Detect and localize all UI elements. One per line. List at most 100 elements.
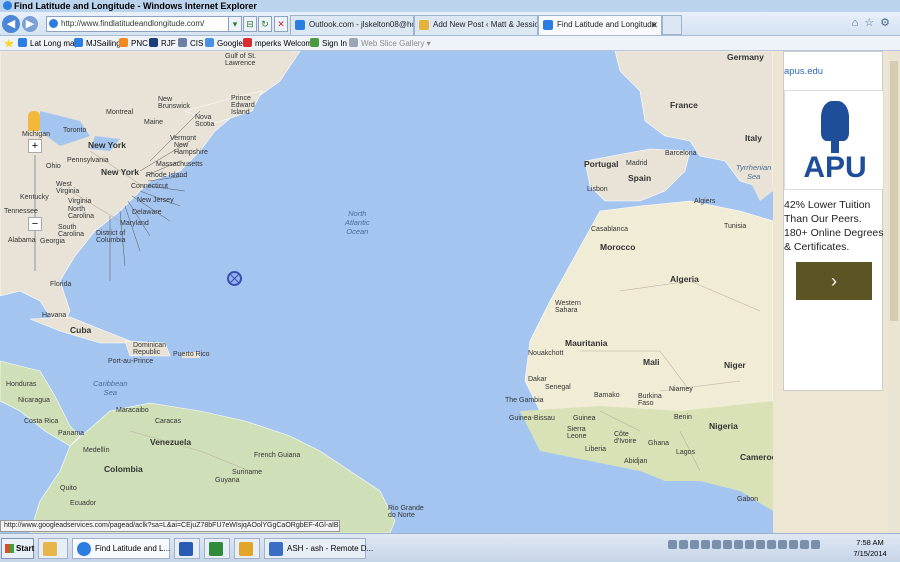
tray-icon[interactable] <box>767 540 776 549</box>
page-icon <box>49 19 58 28</box>
zoom-out-button[interactable]: − <box>28 217 42 231</box>
map-label: Morocco <box>600 242 636 252</box>
map-label: Italy <box>745 133 763 143</box>
taskbar-ie-window[interactable]: Find Latitude and L... <box>72 538 170 559</box>
tray-icon[interactable] <box>800 540 809 549</box>
map-label: Algiers <box>694 198 716 205</box>
taskbar-word[interactable] <box>174 538 200 559</box>
map-label: Sierra Leone <box>567 426 587 440</box>
map-label: Suriname <box>232 469 262 476</box>
forward-arrow-icon[interactable]: ▶ <box>22 16 38 32</box>
compatibility-icon[interactable]: ⊟ <box>243 16 257 32</box>
street-view-pegman-icon[interactable] <box>28 111 40 131</box>
fav-sign-in[interactable]: Sign In <box>310 36 347 51</box>
taskbar-explorer[interactable] <box>38 538 68 559</box>
tray-icon[interactable] <box>756 540 765 549</box>
map-label: Medellín <box>83 447 110 454</box>
taskbar-clock[interactable]: 7:58 AM 7/15/2014 <box>848 537 892 559</box>
home-icon[interactable]: ⌂ <box>852 17 865 29</box>
ad-card[interactable]: apus.edu APU 42% Lower Tuition Than Our … <box>783 51 886 391</box>
new-tab-button[interactable] <box>662 15 682 35</box>
tray-icon[interactable] <box>701 540 710 549</box>
excel-icon <box>209 542 223 556</box>
tray-icon[interactable] <box>745 540 754 549</box>
fav-label: Web Slice Gallery <box>361 39 425 48</box>
ad-url-link[interactable]: apus.edu <box>784 66 823 77</box>
ad-headline[interactable]: 42% Lower Tuition Than Our Peers. 180+ O… <box>784 198 886 254</box>
tray-icon[interactable] <box>811 540 820 549</box>
taskbar-app[interactable] <box>234 538 260 559</box>
zoom-in-button[interactable]: + <box>28 139 42 153</box>
remote-desktop-icon <box>269 542 283 556</box>
start-label: Start <box>16 544 35 553</box>
refresh-icon[interactable]: ↻ <box>258 16 272 32</box>
fav-rjf[interactable]: RJF <box>149 36 176 51</box>
rjf-icon <box>149 38 158 47</box>
tray-icon[interactable] <box>723 540 732 549</box>
map-label: Tennessee <box>4 208 38 215</box>
fav-mperks[interactable]: mperks Welcome <box>243 36 317 51</box>
map-label: Lagos <box>676 449 696 456</box>
tray-icon[interactable] <box>679 540 688 549</box>
stop-icon[interactable]: ✕ <box>274 16 288 32</box>
map-view[interactable]: + − Prince Edward Island New Brunswick Mont… <box>0 51 773 533</box>
map-label: South Carolina <box>58 224 85 238</box>
google-icon <box>205 38 214 47</box>
ie-page-icon <box>543 20 553 30</box>
tray-icon[interactable] <box>734 540 743 549</box>
address-text: http://www.findlatitudeandlongitude.com/ <box>61 19 205 28</box>
vertical-scrollbar[interactable] <box>888 51 900 533</box>
map-label: Maryland <box>120 220 149 227</box>
address-bar[interactable]: http://www.findlatitudeandlongitude.com/ <box>46 16 236 32</box>
map-label: Kentucky <box>20 194 49 201</box>
map-label: France <box>670 100 698 110</box>
tab-add-new-post[interactable]: Add New Post ‹ Matt & Jessica's... <box>414 15 538 35</box>
fav-web-slice-gallery[interactable]: Web Slice Gallery ▾ <box>349 36 431 51</box>
ad-cta-button[interactable]: › <box>796 262 872 300</box>
torch-flame-icon <box>821 101 849 141</box>
map-label: Lisbon <box>587 186 608 193</box>
tray-icon[interactable] <box>778 540 787 549</box>
map-label: Alabama <box>8 237 36 244</box>
fav-label: MJSailing <box>86 39 121 48</box>
map-label: Massachusetts <box>156 161 203 168</box>
map-label: Costa Rica <box>24 418 59 425</box>
map-label: District of Columbia <box>96 230 126 244</box>
taskbar-excel[interactable] <box>204 538 230 559</box>
clock-time: 7:58 AM <box>856 538 884 547</box>
map-label: North Carolina <box>68 206 95 220</box>
map-label: West Virginia <box>56 181 80 195</box>
start-button[interactable]: Start <box>1 538 34 559</box>
apu-logo-text: APU <box>803 151 867 184</box>
fav-mjsailing[interactable]: MJSailing <box>74 36 121 51</box>
tab-find-latitude[interactable]: Find Latitude and Longitude ✕ <box>538 15 662 35</box>
fav-lat-long-map[interactable]: Lat Long map <box>18 36 79 51</box>
map-label: French Guiana <box>254 452 301 459</box>
favorites-star-icon[interactable]: ☆ <box>864 17 880 29</box>
apu-logo[interactable]: APU <box>784 90 884 190</box>
map-label: Mauritania <box>565 338 608 348</box>
map-label: Tunisia <box>724 223 747 230</box>
fav-cis[interactable]: CIS <box>178 36 203 51</box>
outlook-icon <box>295 20 305 30</box>
map-label: Dominican Republic <box>133 342 167 356</box>
tab-outlook[interactable]: Outlook.com - jlskelton08@hot... <box>290 15 414 35</box>
back-arrow-icon[interactable]: ◀ <box>2 15 20 33</box>
fav-pnc[interactable]: PNC <box>119 36 148 51</box>
search-dropdown-icon[interactable]: ▾ <box>228 16 242 32</box>
tray-icon[interactable] <box>690 540 699 549</box>
scrollbar-thumb[interactable] <box>890 61 898 321</box>
location-marker-icon[interactable] <box>227 271 242 286</box>
windows-logo-icon <box>5 544 14 553</box>
fav-google[interactable]: Google <box>205 36 243 51</box>
tray-icon[interactable] <box>712 540 721 549</box>
tools-gear-icon[interactable]: ⚙ <box>880 17 896 29</box>
taskbar-remote-desktop[interactable]: ASH - ash - Remote D... <box>264 538 373 559</box>
tray-icon[interactable] <box>668 540 677 549</box>
map-label: Connecticut <box>131 183 168 190</box>
close-tab-icon[interactable]: ✕ <box>650 16 658 34</box>
map-label: Toronto <box>63 127 87 134</box>
favorites-star-icon[interactable]: ⭐ <box>4 36 14 51</box>
tray-icon[interactable] <box>789 540 798 549</box>
map-label: Burkina Faso <box>638 393 662 407</box>
